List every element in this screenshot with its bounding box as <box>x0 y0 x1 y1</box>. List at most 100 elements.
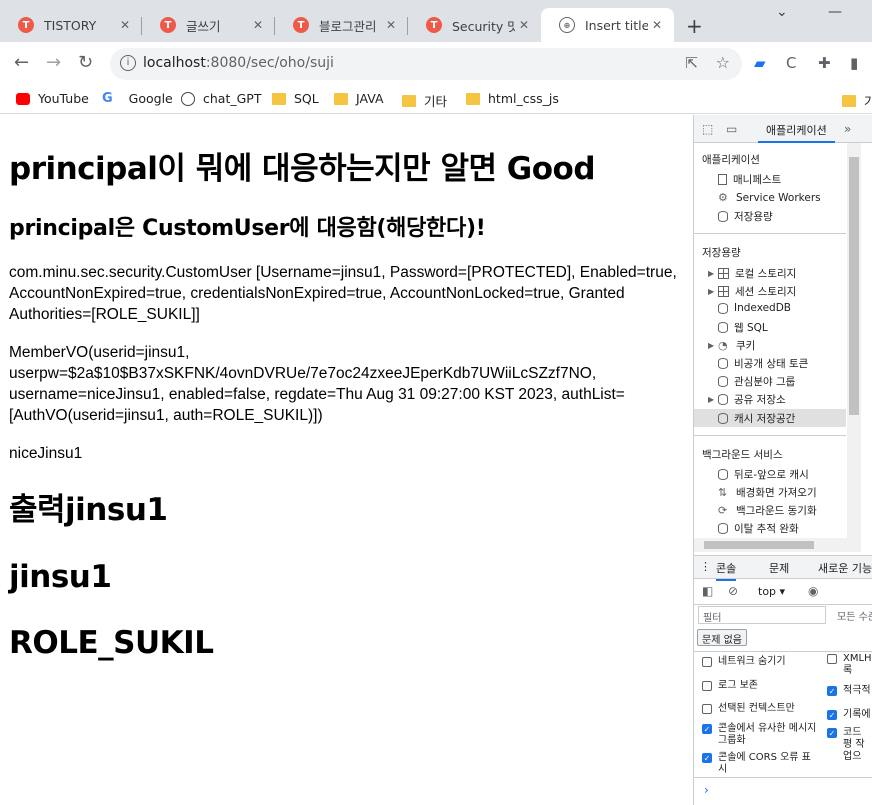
puzzle-icon[interactable]: ✚ <box>818 54 831 72</box>
checkbox[interactable] <box>702 704 712 714</box>
sidebar-item-web-sql[interactable]: 웹 SQL <box>718 320 768 335</box>
sidebar-item-manifest[interactable]: 매니페스트 <box>718 172 781 187</box>
sidebar-item-session-storage[interactable]: ▶ 세션 스토리지 <box>708 284 796 299</box>
tab-search-icon[interactable]: ⌄ <box>776 4 788 20</box>
extension-icon[interactable]: C <box>786 54 796 72</box>
expand-arrow-icon[interactable]: ▶ <box>708 269 718 278</box>
sidebar-item-shared-storage[interactable]: ▶ 공유 저장소 <box>708 392 786 407</box>
clear-console-icon[interactable]: ⊘ <box>728 584 738 598</box>
sidebar-item-background-sync[interactable]: ⟳ 백그라운드 동기화 <box>718 503 817 518</box>
bookmark-chatgpt[interactable]: chat_GPT <box>181 91 261 106</box>
sidebar-item-private-state-tokens[interactable]: 비공개 상태 토큰 <box>718 356 808 371</box>
extension-icon[interactable]: ▰ <box>754 54 766 72</box>
page-heading: principal이 뭐에 대응하는지만 알면 Good <box>9 151 596 187</box>
checkbox[interactable] <box>702 657 712 667</box>
bookmark-html-css-js[interactable]: html_css_js <box>466 91 559 106</box>
browser-toolbar: ← → ↻ i localhost:8080/sec/oho/suji ⇱ ☆ … <box>0 42 872 86</box>
sidebar-item-indexeddb[interactable]: IndexedDB <box>718 302 791 314</box>
tab-tistory[interactable]: T TISTORY ✕ <box>0 8 142 42</box>
close-icon[interactable]: ✕ <box>515 18 533 32</box>
tab-insert-title[interactable]: ⊕ Insert title he ✕ <box>541 8 674 42</box>
tab-application[interactable]: 애플리케이션 <box>758 115 835 143</box>
setting-preserve-log[interactable]: 로그 보존 <box>702 680 822 692</box>
device-toolbar-icon[interactable]: ▭ <box>726 122 737 136</box>
console-filter-input[interactable]: 필터 <box>698 606 826 624</box>
new-tab-button[interactable]: + <box>686 14 703 38</box>
tab-security[interactable]: T Security 맛보 ✕ <box>408 8 541 42</box>
scrollbar-thumb[interactable] <box>849 157 859 415</box>
tab-whats-new[interactable]: 새로운 기능 <box>818 560 872 576</box>
sidebar-scrollbar[interactable] <box>847 143 861 541</box>
sidebar-item-cache-storage[interactable]: 캐시 저장공간 <box>694 409 846 427</box>
checkbox[interactable] <box>702 681 712 691</box>
bookmark-etc[interactable]: 기타 <box>402 91 447 110</box>
tab-issues[interactable]: 문제 <box>769 560 789 576</box>
setting-code-eval[interactable]: ✓ 코드 평 작업으 <box>827 727 872 763</box>
setting-group-similar[interactable]: ✓ 콘솔에서 유사한 메시지 그룹화 <box>702 723 817 747</box>
inspect-icon[interactable]: ⬚ <box>702 122 713 136</box>
close-icon[interactable]: ✕ <box>382 18 400 32</box>
close-icon[interactable]: ✕ <box>116 18 134 32</box>
site-info-icon[interactable]: i <box>120 55 136 71</box>
close-icon[interactable]: ✕ <box>648 18 666 32</box>
chatgpt-icon <box>181 91 195 106</box>
back-icon[interactable]: ← <box>14 52 29 73</box>
checkbox-checked[interactable]: ✓ <box>827 710 837 720</box>
eye-icon[interactable]: ◉ <box>808 584 818 598</box>
setting-eager-eval[interactable]: ✓ 적극적 <box>827 685 872 697</box>
tab-write[interactable]: T 글쓰기 ✕ <box>142 8 275 42</box>
scrollbar-thumb[interactable] <box>704 541 814 549</box>
sidebar-item-service-workers[interactable]: ⚙ Service Workers <box>718 191 821 204</box>
setting-autocomplete-history[interactable]: ✓ 기록에 <box>827 709 872 721</box>
setting-show-cors[interactable]: ✓ 콘솔에 CORS 오류 표시 <box>702 752 817 776</box>
url-text[interactable]: localhost:8080/sec/oho/suji <box>143 55 334 71</box>
setting-selected-context[interactable]: 선택된 컨텍스트만 <box>702 703 822 715</box>
no-issues-button[interactable]: 문제 없음 <box>697 629 747 646</box>
expand-arrow-icon[interactable]: ▶ <box>708 287 718 296</box>
console-prompt[interactable]: › <box>704 783 709 797</box>
checkbox-checked[interactable]: ✓ <box>827 728 837 738</box>
youtube-icon <box>16 92 30 105</box>
database-icon <box>718 412 728 424</box>
bookmark-java[interactable]: JAVA <box>334 91 384 106</box>
expand-arrow-icon[interactable]: ▶ <box>708 341 718 350</box>
sidebar-item-background-fetch[interactable]: ⇅ 배경화면 가져오기 <box>718 485 817 500</box>
tab-blog-admin[interactable]: T 블로그관리 | ✕ <box>275 8 408 42</box>
share-icon[interactable]: ⇱ <box>685 54 698 72</box>
sidebar-toggle-icon[interactable]: ◧ <box>702 584 713 598</box>
sidebar-item-interest-groups[interactable]: 관심분야 그룹 <box>718 374 795 389</box>
checkbox[interactable] <box>827 654 837 664</box>
setting-xmlhttp-log[interactable]: XMLH 록 <box>827 653 872 677</box>
tab-console[interactable]: 콘솔 <box>716 560 737 581</box>
principal-text: com.minu.sec.security.CustomUser [Userna… <box>9 264 677 323</box>
forward-icon[interactable]: → <box>46 52 61 73</box>
reload-icon[interactable]: ↻ <box>78 52 93 73</box>
folder-icon <box>466 92 480 105</box>
expand-arrow-icon[interactable]: ▶ <box>708 395 718 404</box>
drawer-menu-icon[interactable]: ⋮ <box>700 560 711 573</box>
sidebar-horizontal-scrollbar[interactable] <box>694 538 861 552</box>
close-icon[interactable]: ✕ <box>249 18 267 32</box>
checkbox-checked[interactable]: ✓ <box>827 686 837 696</box>
bookmark-star-icon[interactable]: ☆ <box>716 53 730 72</box>
bookmark-google[interactable]: G Google <box>102 91 173 106</box>
database-icon <box>718 376 728 387</box>
checkbox-checked[interactable]: ✓ <box>702 724 712 734</box>
more-tabs-icon[interactable]: » <box>844 122 851 136</box>
log-levels-dropdown[interactable]: 모든 수준 <box>837 608 872 623</box>
sidebar-item-bounce-tracking[interactable]: 이탈 추적 완화 <box>718 521 799 536</box>
sidebar-item-cookies[interactable]: ▶ ◔ 쿠키 <box>708 338 755 353</box>
checkbox-checked[interactable]: ✓ <box>702 753 712 763</box>
setting-hide-network[interactable]: 네트워크 숨기기 <box>702 656 822 668</box>
sidebar-item-local-storage[interactable]: ▶ 로컬 스토리지 <box>708 266 796 281</box>
tab-label: TISTORY <box>44 17 97 33</box>
bookmark-other[interactable]: 기 <box>842 91 872 110</box>
side-panel-icon[interactable]: ▮ <box>850 54 858 72</box>
sidebar-item-bfcache[interactable]: 뒤로-앞으로 캐시 <box>718 467 809 482</box>
address-bar[interactable]: i localhost:8080/sec/oho/suji ⇱ ☆ <box>110 48 742 80</box>
bookmark-sql[interactable]: SQL <box>272 91 319 106</box>
context-selector[interactable]: top ▾ <box>758 585 785 598</box>
minimize-button[interactable]: — <box>828 4 842 20</box>
sidebar-item-storage[interactable]: 저장용량 <box>718 209 773 224</box>
bookmark-youtube[interactable]: YouTube <box>16 91 89 106</box>
